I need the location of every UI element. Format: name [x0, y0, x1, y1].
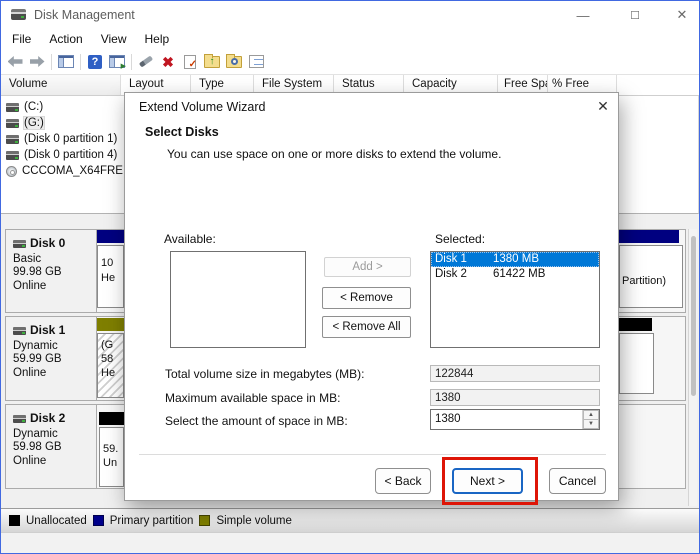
- menu-file[interactable]: File: [3, 30, 40, 48]
- disk0-size: 99.98 GB: [13, 266, 96, 280]
- scrollbar-thumb[interactable]: [691, 236, 696, 396]
- disk1-label-panel[interactable]: Disk 1 Dynamic 59.99 GB Online: [6, 317, 97, 400]
- maximize-button[interactable]: ☐: [618, 3, 652, 27]
- disk1-type: Dynamic: [13, 340, 96, 354]
- cancel-button[interactable]: Cancel: [549, 468, 606, 494]
- amount-value[interactable]: 1380: [435, 413, 461, 425]
- disk-icon: [13, 240, 26, 248]
- selected-listbox[interactable]: Disk 11380 MB Disk 261422 MB: [430, 251, 600, 348]
- legend-unallocated: Unallocated: [26, 515, 87, 527]
- dialog-separator: [139, 454, 606, 456]
- legend-simple-volume: Simple volume: [216, 515, 291, 527]
- disk1-unallocated-fragment-right[interactable]: [619, 318, 655, 397]
- console-action-icon[interactable]: ▶: [106, 52, 128, 72]
- selected-item-disk2[interactable]: Disk 261422 MB: [431, 267, 599, 282]
- back-button[interactable]: < Back: [375, 468, 431, 494]
- unallocated-strip: [99, 412, 124, 425]
- window-title: Disk Management: [34, 8, 135, 22]
- menu-help[interactable]: Help: [136, 30, 179, 48]
- selected-label: Selected:: [435, 232, 485, 246]
- unallocated-swatch: [9, 515, 20, 526]
- disk2-label-panel[interactable]: Disk 2 Dynamic 59.98 GB Online: [6, 405, 97, 488]
- add-button: Add >: [324, 257, 411, 277]
- total-size-label: Total volume size in megabytes (MB):: [165, 367, 364, 381]
- status-bar: [1, 532, 699, 554]
- spin-down-icon[interactable]: ▼: [583, 420, 599, 430]
- dialog-close-icon[interactable]: ✕: [591, 97, 615, 116]
- menu-view[interactable]: View: [92, 30, 136, 48]
- unallocated-strip: [619, 318, 652, 331]
- disk2-size: 59.98 GB: [13, 441, 96, 455]
- primary-partition-strip: [619, 230, 679, 243]
- delete-x-icon[interactable]: ✖: [157, 52, 179, 72]
- cd-icon: [6, 166, 17, 177]
- max-space-label: Maximum available space in MB:: [165, 391, 340, 405]
- disk2-status: Online: [13, 455, 96, 469]
- tool-icon[interactable]: [135, 52, 157, 72]
- help-icon[interactable]: ?: [84, 52, 106, 72]
- remove-button[interactable]: < Remove: [322, 287, 411, 309]
- graph-scrollbar[interactable]: [688, 229, 697, 506]
- disk-drive-icon: [11, 9, 26, 20]
- toolbar-separator: [131, 54, 132, 70]
- total-size-field: 122844: [430, 365, 600, 382]
- selected-item-disk1[interactable]: Disk 11380 MB: [431, 252, 599, 267]
- amount-spinbox[interactable]: 1380 ▲ ▼: [430, 409, 600, 430]
- disk0-partition-fragment-left[interactable]: 10He: [97, 230, 124, 310]
- column-empty: [617, 75, 699, 95]
- disk0-label-panel[interactable]: Disk 0 Basic 99.98 GB Online: [6, 230, 97, 312]
- max-space-field: 1380: [430, 389, 600, 406]
- disk2-unallocated-fragment-left[interactable]: 59.Un: [99, 412, 124, 489]
- simple-volume-swatch: [199, 515, 210, 526]
- column-volume[interactable]: Volume: [1, 75, 121, 95]
- primary-partition-strip: [97, 230, 124, 243]
- minimize-button[interactable]: —: [566, 3, 600, 27]
- disk1-volume-fragment-left[interactable]: (G58He: [97, 318, 124, 400]
- disk0-partition-fragment-right[interactable]: Partition): [619, 230, 683, 310]
- primary-partition-swatch: [93, 515, 104, 526]
- legend-bar: Unallocated Primary partition Simple vol…: [1, 508, 699, 532]
- simple-volume-strip: [97, 318, 124, 331]
- disk2-type: Dynamic: [13, 428, 96, 442]
- close-button[interactable]: ✕: [665, 3, 699, 27]
- back-arrow-icon[interactable]: [4, 52, 26, 72]
- disk-icon: [13, 415, 26, 423]
- available-listbox[interactable]: [170, 251, 306, 348]
- disk-icon: [6, 151, 19, 160]
- menubar: File Action View Help: [1, 29, 699, 49]
- available-label: Available:: [164, 232, 216, 246]
- amount-label: Select the amount of space in MB:: [165, 414, 348, 428]
- spin-up-icon[interactable]: ▲: [583, 410, 599, 420]
- folder-search-icon[interactable]: [223, 52, 245, 72]
- console-window-icon[interactable]: [55, 52, 77, 72]
- folder-up-icon[interactable]: ↑: [201, 52, 223, 72]
- disk-icon: [6, 135, 19, 144]
- disk0-type: Basic: [13, 253, 96, 267]
- disk-icon: [6, 103, 19, 112]
- disk1-status: Online: [13, 367, 96, 381]
- remove-all-button[interactable]: < Remove All: [322, 316, 411, 338]
- dialog-title: Extend Volume Wizard: [139, 100, 265, 114]
- toolbar: ? ▶ ✖ ✓ ↑: [1, 49, 699, 75]
- disk0-status: Online: [13, 280, 96, 294]
- disk-icon: [13, 327, 26, 335]
- properties-icon[interactable]: [245, 52, 267, 72]
- next-button[interactable]: Next >: [452, 468, 523, 494]
- dialog-heading: Select Disks: [145, 125, 219, 139]
- checked-document-icon[interactable]: ✓: [179, 52, 201, 72]
- dialog-subtitle: You can use space on one or more disks t…: [167, 147, 501, 161]
- menu-action[interactable]: Action: [40, 30, 91, 48]
- extend-volume-wizard-dialog: Extend Volume Wizard ✕ Select Disks You …: [124, 92, 619, 501]
- disk-management-window: Disk Management — ☐ ✕ File Action View H…: [0, 0, 700, 554]
- disk-icon: [6, 119, 19, 128]
- toolbar-separator: [80, 54, 81, 70]
- forward-arrow-icon[interactable]: [26, 52, 48, 72]
- titlebar: Disk Management — ☐ ✕: [1, 1, 699, 29]
- disk1-size: 59.99 GB: [13, 353, 96, 367]
- toolbar-separator: [51, 54, 52, 70]
- legend-primary-partition: Primary partition: [110, 515, 194, 527]
